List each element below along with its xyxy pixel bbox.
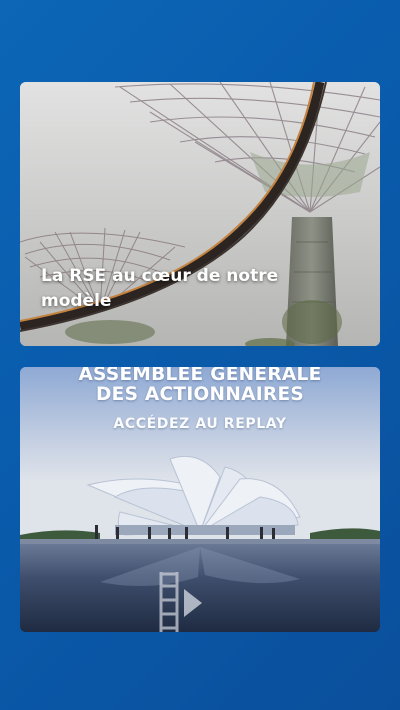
rse-card[interactable]: La RSE au cœur de notre modèle [20, 82, 380, 346]
rse-card-title: La RSE au cœur de notre modèle [41, 266, 279, 311]
video-play-icon[interactable] [158, 572, 218, 632]
ag-replay-card[interactable]: ASSEMBLEE GENERALE DES ACTIONNAIRES ACCÉ… [20, 367, 380, 632]
ag-replay-link[interactable]: ACCÉDEZ AU REPLAY [20, 415, 380, 433]
ag-title-line2: DES ACTIONNAIRES [95, 384, 305, 405]
page: { "cards": [ { "title": "La RSE au cœur … [0, 0, 400, 710]
